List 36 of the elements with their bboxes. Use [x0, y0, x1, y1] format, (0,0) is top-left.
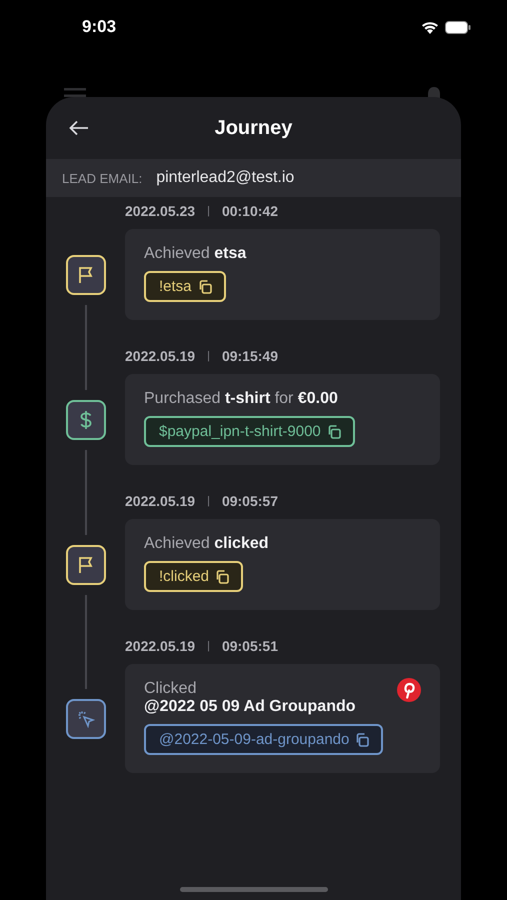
lead-email-label: LEAD EMAIL:: [62, 170, 142, 186]
sheet-title: Journey: [214, 116, 292, 140]
date-separator: |: [207, 495, 210, 507]
date-separator: |: [207, 350, 210, 362]
dollar-icon: [80, 410, 92, 430]
event-time: 09:05:57: [222, 493, 278, 509]
pinterest-logo-icon: [397, 678, 421, 702]
event-date: 2022.05.19: [125, 348, 196, 364]
event-tag[interactable]: !etsa: [144, 271, 226, 302]
event-tag[interactable]: @2022-05-09-ad-groupando: [144, 724, 384, 755]
copy-icon: [198, 280, 212, 294]
event-description: Purchased t-shirt for €0.00: [144, 390, 338, 408]
date-separator: |: [207, 640, 210, 652]
date-separator: |: [207, 205, 210, 217]
event-time: 09:15:49: [222, 348, 278, 364]
event-time: 00:10:42: [222, 203, 278, 219]
event-description: Clicked: [144, 680, 196, 698]
event-time: 09:05:51: [222, 638, 278, 654]
wifi-icon: [421, 20, 439, 34]
event-tag[interactable]: !clicked: [144, 561, 244, 592]
lead-email: pinterlead2@test.io: [156, 169, 294, 187]
copy-icon: [355, 732, 370, 746]
event-detail: @2022 05 09 Ad Groupando: [144, 698, 357, 716]
event-tag[interactable]: $paypal_ipn-t-shirt-9000: [144, 416, 355, 447]
event-date: 2022.05.19: [125, 493, 196, 509]
copy-icon: [326, 424, 341, 438]
flag-icon: [78, 556, 94, 574]
event-description: Achieved clicked: [144, 535, 269, 553]
event-description: Achieved etsa: [144, 245, 246, 263]
cursor-click-icon: [76, 710, 94, 728]
battery-icon: [445, 20, 471, 34]
flag-icon: [78, 266, 94, 284]
event-date: 2022.05.23: [125, 203, 196, 219]
event-date: 2022.05.19: [125, 638, 196, 654]
copy-icon: [215, 570, 230, 584]
status-time: 9:03: [82, 17, 116, 37]
